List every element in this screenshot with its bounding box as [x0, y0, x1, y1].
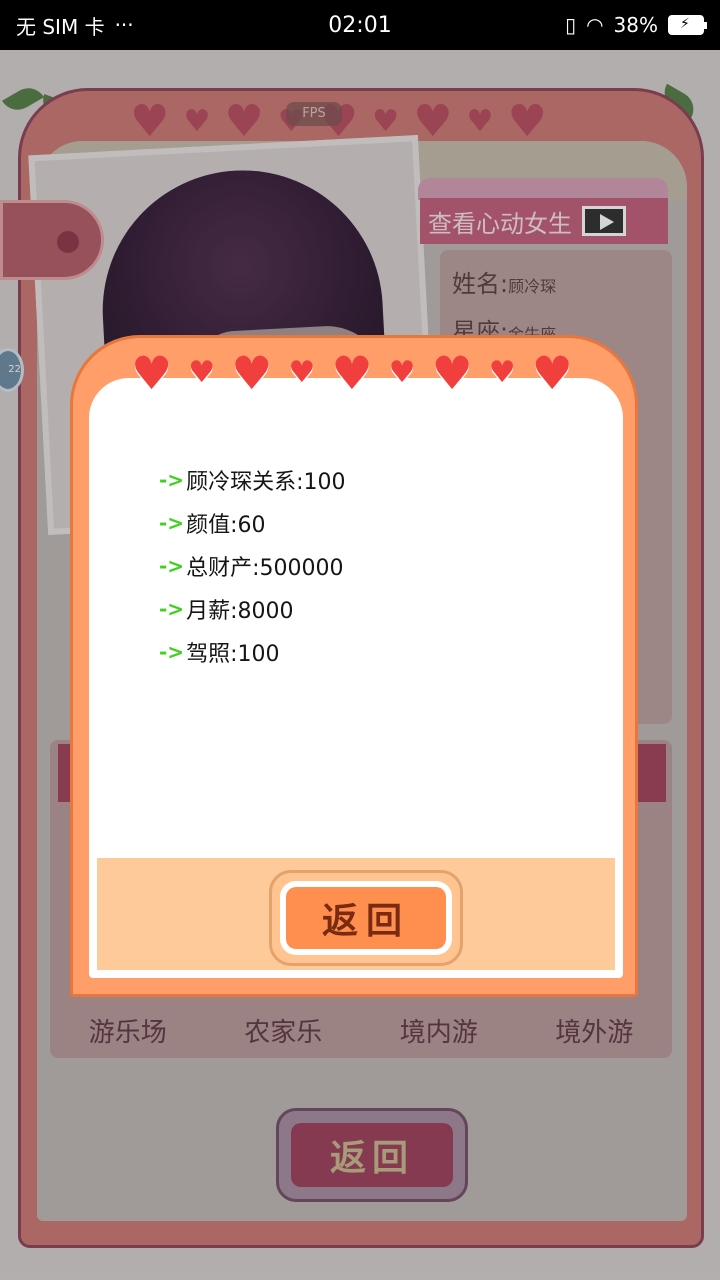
more-dots: ···: [114, 13, 134, 37]
dialog-footer: 返回: [97, 858, 615, 970]
heart-icon: ♥: [131, 346, 173, 400]
arrow-icon: ->: [159, 510, 185, 535]
arrow-icon: ->: [159, 467, 185, 492]
arrow-icon: ->: [159, 553, 185, 578]
heart-icon: ♥: [488, 355, 516, 390]
battery-icon: ⚡: [668, 15, 707, 35]
stat-row-license: -> 驾照:100: [159, 630, 345, 673]
stat-text: 颜值:60: [186, 512, 266, 538]
carrier-text: 无 SIM 卡: [16, 14, 105, 39]
heart-icon: ♥: [388, 355, 416, 390]
stat-row-assets: -> 总财产:500000: [159, 544, 345, 587]
return-button-border: 返回: [280, 881, 452, 955]
vibrate-icon: ▯: [565, 13, 577, 37]
arrow-icon: ->: [159, 639, 185, 664]
stat-text: 驾照:100: [186, 641, 280, 667]
status-right: ▯ ◠ 38% ⚡: [565, 13, 707, 37]
stat-row-relationship: -> 顾冷琛关系:100: [159, 458, 345, 501]
dialog-body: -> 顾冷琛关系:100 -> 颜值:60 -> 总财产:500000 -> 月…: [89, 378, 623, 978]
status-bar: 无 SIM 卡 ··· 02:01 ▯ ◠ 38% ⚡: [0, 0, 720, 50]
dialog-heart-row: ♥ ♥ ♥ ♥ ♥ ♥ ♥ ♥ ♥: [131, 350, 573, 396]
heart-icon: ♥: [231, 346, 273, 400]
heart-icon: ♥: [531, 346, 573, 400]
heart-icon: ♥: [431, 346, 473, 400]
arrow-icon: ->: [159, 596, 185, 621]
battery-percent: 38%: [613, 13, 658, 37]
heart-icon: ♥: [331, 346, 373, 400]
return-button-label: 返回: [286, 887, 446, 949]
stat-text: 月薪:8000: [186, 598, 294, 624]
heart-icon: ♥: [188, 355, 216, 390]
stat-row-salary: -> 月薪:8000: [159, 587, 345, 630]
stat-list: -> 顾冷琛关系:100 -> 颜值:60 -> 总财产:500000 -> 月…: [159, 458, 345, 673]
stat-row-looks: -> 颜值:60: [159, 501, 345, 544]
stats-dialog: -> 顾冷琛关系:100 -> 颜值:60 -> 总财产:500000 -> 月…: [70, 335, 638, 997]
status-left: 无 SIM 卡 ···: [16, 11, 134, 40]
return-button[interactable]: 返回: [269, 870, 463, 966]
heart-icon: ♥: [288, 355, 316, 390]
stat-text: 总财产:500000: [186, 555, 344, 581]
stat-text: 顾冷琛关系:100: [186, 469, 346, 495]
wifi-icon: ◠: [586, 13, 604, 37]
